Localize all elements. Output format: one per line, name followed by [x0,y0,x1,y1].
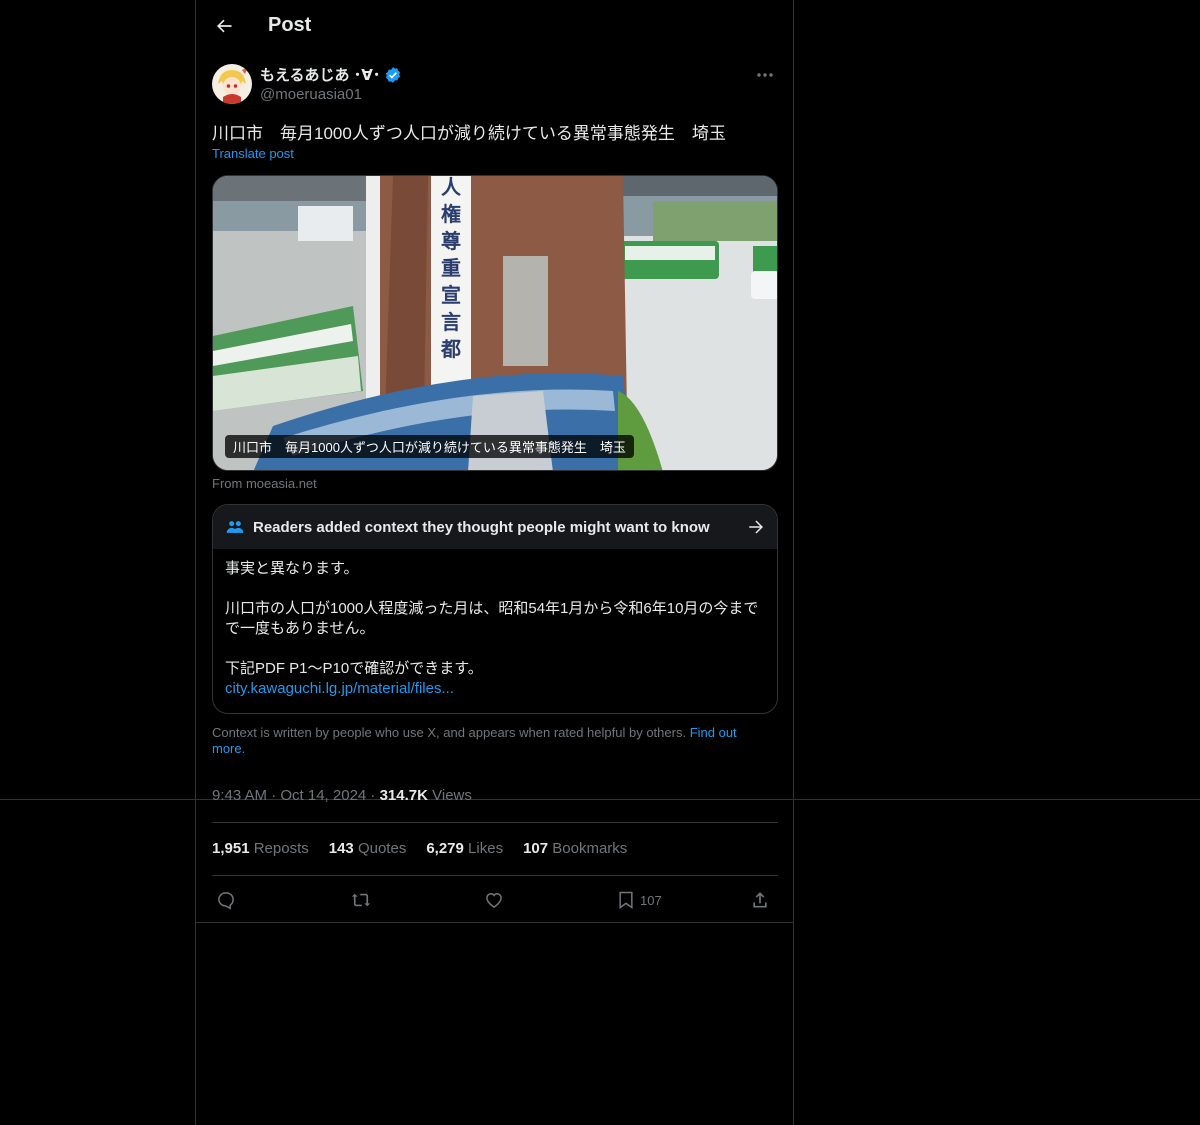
action-bar: 107 [212,886,778,914]
svg-text:人: 人 [441,176,462,199]
community-note-heading: Readers added context they thought peopl… [253,518,710,536]
likes-stat[interactable]: 6,279 Likes [426,840,503,857]
link-card-source[interactable]: From moeasia.net [212,476,317,491]
page-title: Post [268,14,312,36]
repost-icon [351,893,371,907]
bookmark-count: 107 [640,892,662,908]
note-paragraph: 下記PDF P1〜P10で確認ができます。 [225,660,483,677]
avatar-image [212,64,252,104]
avatar[interactable] [212,64,252,104]
link-card-caption: 川口市 毎月1000人ずつ人口が減り続けている異常事態発生 埼玉 [225,435,634,458]
reply-icon [218,892,234,910]
bookmarks-count: 107 [523,840,549,857]
page-header: Post [196,0,793,53]
bookmarks-stat[interactable]: 107 Bookmarks [523,840,627,857]
likes-count: 6,279 [426,840,464,857]
like-button[interactable] [484,886,504,914]
svg-text:重: 重 [441,256,461,280]
note-source-link[interactable]: city.kawaguchi.lg.jp/material/files... [225,679,765,699]
post-column: Post もえるあじあ ･∀･ @moeruasia01 川口市 毎月1000人… [195,0,794,1125]
divider [212,875,778,876]
post-time[interactable]: 9:43 AM · Oct 14, 2024 · [212,787,380,804]
divider [196,922,793,923]
post-text: 川口市 毎月1000人ずつ人口が減り続けている異常事態発生 埼玉 [212,124,726,143]
svg-text:言: 言 [441,310,461,334]
back-button[interactable] [206,8,242,44]
community-note-header[interactable]: Readers added context they thought peopl… [213,505,777,549]
people-icon [226,521,244,533]
quotes-label: Quotes [357,840,407,857]
note-paragraph: 川口市の人口が1000人程度減った月は、昭和54年1月から令和6年10月の今まで… [225,600,759,637]
reposts-count: 1,951 [212,840,250,857]
note-paragraph: 事実と異なります。 [225,560,359,577]
svg-text:尊: 尊 [441,229,461,253]
author-handle[interactable]: @moeruasia01 [260,86,362,103]
note-footer-text: Context is written by people who use X, … [212,725,687,740]
community-note-footer: Context is written by people who use X, … [212,725,772,757]
quotes-stat[interactable]: 143 Quotes [329,840,407,857]
post-timestamp: 9:43 AM · Oct 14, 2024 · 314.7K Views [212,787,472,804]
views-count: 314.7K [379,787,428,804]
svg-text:都: 都 [440,337,461,361]
author-display-name[interactable]: もえるあじあ ･∀･ [260,64,380,85]
community-note: Readers added context they thought peopl… [212,504,778,714]
svg-text:宣: 宣 [441,283,461,307]
bookmark-icon [619,891,633,909]
bookmark-button[interactable]: 107 [616,886,662,914]
quotes-count: 143 [328,840,354,857]
translate-post-link[interactable]: Translate post [212,146,294,161]
like-icon [486,892,502,908]
views-label: Views [427,787,472,804]
reposts-label: Reposts [253,840,309,857]
likes-label: Likes [468,840,504,857]
author-name-row[interactable]: もえるあじあ ･∀･ [260,64,402,85]
share-icon [753,892,767,908]
bookmarks-label: Bookmarks [552,840,628,857]
share-button[interactable] [750,886,770,914]
svg-text:権: 権 [441,202,461,226]
more-icon [757,73,773,77]
community-note-body: 事実と異なります。 川口市の人口が1000人程度減った月は、昭和54年1月から令… [213,549,777,699]
link-card-image: 人権尊 重宣言 都 [213,176,777,470]
repost-button[interactable] [350,886,372,914]
arrow-right-icon [749,520,763,534]
back-arrow-icon [217,19,232,33]
engagement-stats: 1,951 Reposts 143 Quotes 6,279 Likes 107… [212,840,627,857]
reply-button[interactable] [216,886,236,914]
reposts-stat[interactable]: 1,951 Reposts [212,840,309,857]
link-card[interactable]: 人権尊 重宣言 都 川口市 毎月1000人ずつ人口が減り続けている異常事態発生 … [212,175,778,471]
verified-badge-icon [386,66,401,83]
more-options-button[interactable] [751,64,779,86]
divider [212,822,778,823]
